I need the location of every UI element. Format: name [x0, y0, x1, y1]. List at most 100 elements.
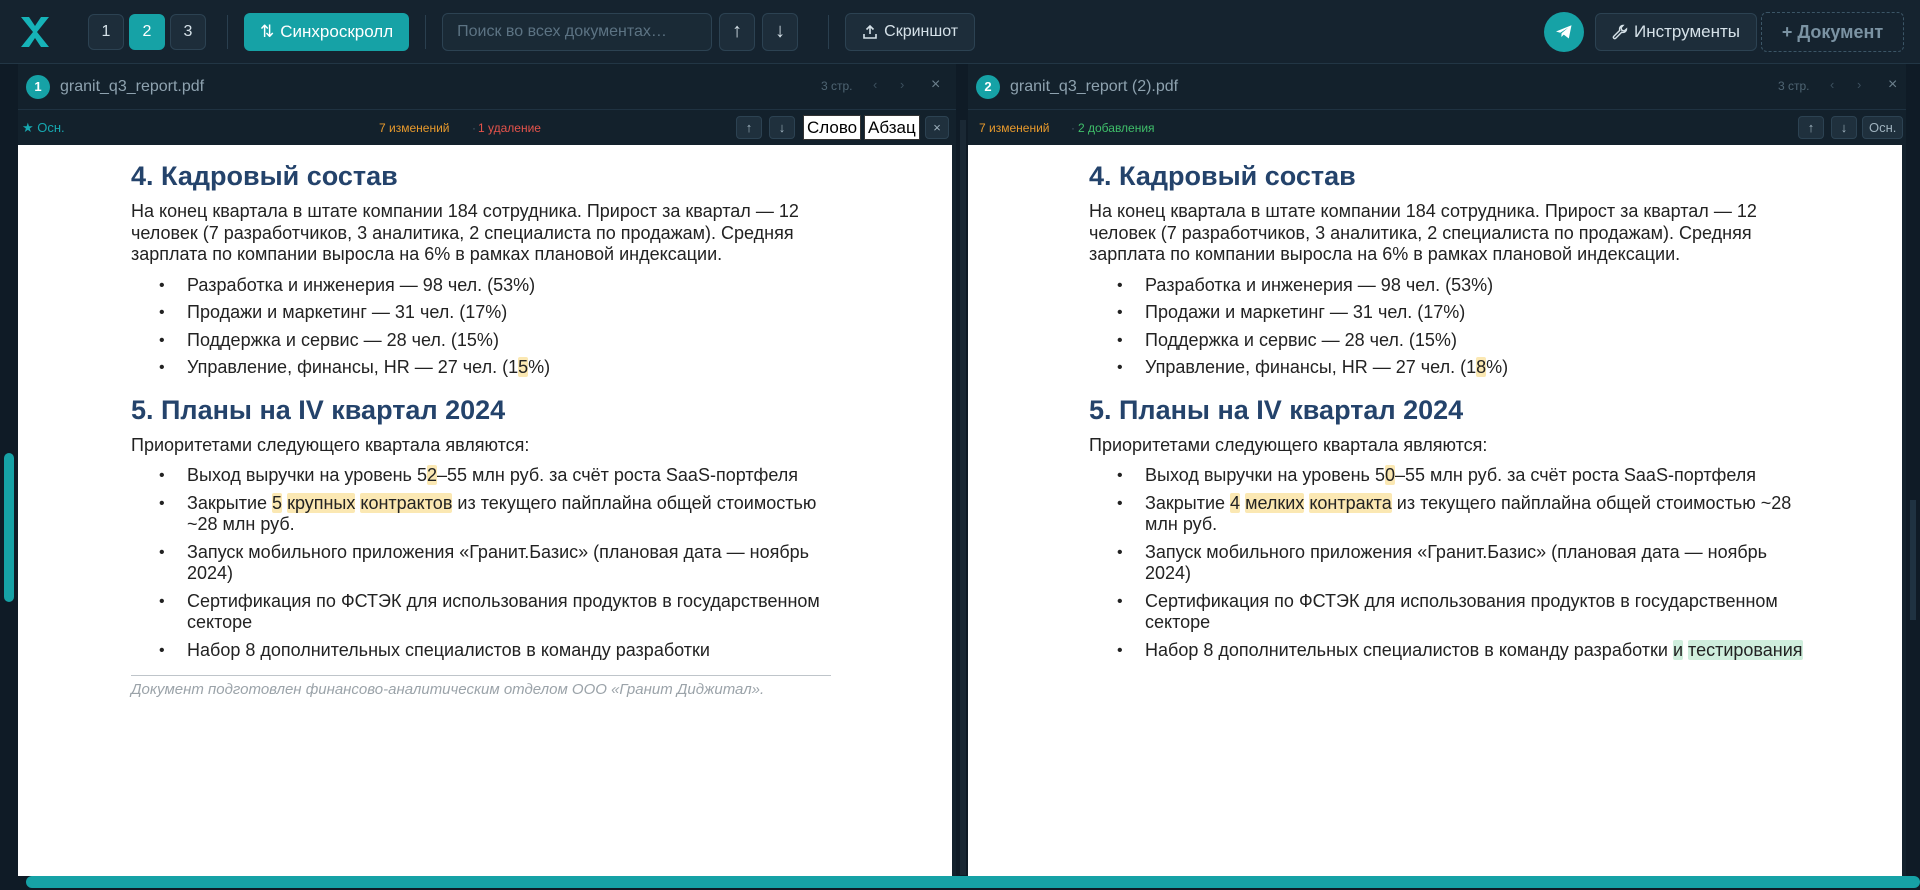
arrow-up-icon: ↑	[745, 120, 753, 135]
chevron-right-icon[interactable]: ›	[1857, 77, 1861, 92]
arrow-down-icon: ↓	[778, 120, 786, 135]
toolbar-divider	[425, 14, 427, 49]
changed-text[interactable]: 8	[1476, 357, 1487, 377]
mode-paragraph-button[interactable]: Абзац	[864, 115, 920, 140]
paragraph: Приоритетами следующего квартала являютс…	[1089, 434, 1488, 455]
section-heading-4: 4. Кадровый состав	[1089, 161, 1356, 191]
mode-word-button[interactable]: Слово	[803, 115, 862, 140]
list-item: Разработка и инженерия — 98 чел. (53%)	[1089, 275, 1809, 297]
horizontal-scrollbar[interactable]	[26, 876, 1920, 888]
changed-text[interactable]: 2	[426, 465, 437, 485]
text-segment: Выход выручки на уровень 5	[187, 465, 427, 485]
vertical-scrollbar-left[interactable]	[4, 453, 14, 602]
sync-scroll-button[interactable]: ⇅ Синхроскролл	[244, 12, 410, 51]
document-pane-right: 2 granit_q3_report (2).pdf 3 стр. ‹ › × …	[968, 64, 1906, 876]
arrow-down-icon: ↓	[775, 20, 786, 42]
added-text[interactable]: и	[1672, 639, 1684, 660]
screenshot-button[interactable]: Скриншот	[845, 12, 976, 51]
changed-text[interactable]: контракта	[1309, 492, 1392, 513]
list-item: Управление, финансы, HR — 27 чел. (15%)	[131, 357, 851, 379]
prev-change-button[interactable]: ↑	[736, 116, 762, 139]
paragraph: На конец квартала в штате компании 184 с…	[1089, 201, 1757, 264]
list-item: Выход выручки на уровень 50–55 млн руб. …	[1089, 465, 1809, 487]
tools-button[interactable]: Инструменты	[1595, 13, 1758, 51]
next-change-button[interactable]: ↓	[1831, 116, 1857, 139]
text-segment: %)	[1486, 357, 1509, 377]
changed-text[interactable]: 0	[1384, 465, 1395, 485]
upload-icon	[863, 24, 877, 39]
text-segment: Выход выручки на уровень 5	[1145, 465, 1385, 485]
doc-number-badge: 1	[26, 74, 50, 99]
text-segment: %)	[528, 357, 551, 377]
page-button-2[interactable]: 2	[129, 13, 165, 50]
changed-text[interactable]: 5	[272, 492, 283, 513]
chevron-right-icon[interactable]: ›	[900, 77, 904, 92]
text-segment: –55 млн руб. за счёт роста SaaS-портфеля	[436, 465, 799, 485]
pane-splitter[interactable]	[960, 120, 966, 875]
file-name: granit_q3_report (2).pdf	[1010, 77, 1179, 95]
changes-count: 7 изменений	[979, 121, 1050, 135]
file-header: 2 granit_q3_report (2).pdf 3 стр. ‹ › ×	[968, 64, 1906, 110]
chevron-left-icon[interactable]: ‹	[1830, 77, 1834, 92]
document-footer: Документ подготовлен финансово-аналитиче…	[131, 675, 831, 698]
document-page-right: 4. Кадровый состав На конец квартала в ш…	[968, 145, 1902, 876]
text-segment: из текущего пайплайна общей стоимостью ~…	[1145, 492, 1792, 535]
prev-change-button[interactable]: ↑	[1798, 116, 1824, 139]
telegram-button[interactable]	[1544, 12, 1584, 52]
close-document-button[interactable]: ×	[1888, 76, 1897, 94]
diff-bar: ★ Осн. 7 изменений · 1 удаление ↑ ↓ Слов…	[18, 110, 956, 145]
sync-scroll-label: Синхроскролл	[280, 21, 394, 41]
toolbar-divider	[828, 14, 830, 49]
text-segment: Набор 8 дополнительных специалистов в ко…	[1145, 639, 1668, 660]
changed-text[interactable]: 5	[518, 357, 529, 377]
wrench-icon	[1612, 24, 1628, 40]
changed-text[interactable]: крупных	[287, 492, 356, 513]
search-prev-button[interactable]: ↑	[719, 12, 756, 51]
paragraph: Приоритетами следующего квартала являютс…	[131, 434, 530, 455]
changed-text[interactable]: контрактов	[360, 492, 453, 513]
set-base-button[interactable]: Осн.	[1862, 116, 1904, 139]
section-heading-4: 4. Кадровый состав	[131, 161, 398, 191]
screenshot-label: Скриншот	[884, 22, 959, 40]
search-input[interactable]	[442, 12, 713, 51]
changes-count: 7 изменений	[379, 121, 450, 135]
list-item: Запуск мобильного приложения «Гранит.Баз…	[131, 542, 851, 585]
search-next-button[interactable]: ↓	[762, 12, 799, 51]
page-button-1[interactable]: 1	[88, 13, 124, 50]
text-segment: Управление, финансы, HR — 27 чел. (1	[187, 357, 519, 377]
page-button-3[interactable]: 3	[170, 13, 206, 50]
list-item: Выход выручки на уровень 52–55 млн руб. …	[131, 465, 851, 487]
added-text[interactable]: тестирования	[1688, 639, 1803, 660]
file-name: granit_q3_report.pdf	[60, 77, 205, 95]
chevron-left-icon[interactable]: ‹	[873, 77, 877, 92]
vertical-scrollbar-right[interactable]	[1910, 500, 1916, 620]
doc-number-badge: 2	[976, 74, 1000, 99]
file-header: 1 granit_q3_report.pdf 3 стр. ‹ › ×	[18, 64, 956, 110]
base-document-label: ★ Осн.	[22, 119, 65, 135]
diff-bar: 7 изменений · 2 добавления ↑ ↓ Осн.	[968, 110, 1906, 145]
page-count: 3 стр.	[1778, 79, 1810, 93]
list-item: Набор 8 дополнительных специалистов в ко…	[131, 640, 851, 662]
additions-count: 2 добавления	[1078, 121, 1155, 135]
list-item: Управление, финансы, HR — 27 чел. (18%)	[1089, 357, 1809, 379]
tools-label: Инструменты	[1634, 22, 1741, 41]
paragraph: На конец квартала в штате компании 184 с…	[131, 201, 799, 264]
close-document-button[interactable]: ×	[931, 76, 940, 94]
changed-text[interactable]: 4	[1230, 492, 1241, 513]
section-heading-5: 5. Планы на IV квартал 2024	[1089, 394, 1464, 425]
list-item: Закрытие 4 мелких контракта из текущего …	[1089, 492, 1809, 536]
next-change-button[interactable]: ↓	[769, 116, 795, 139]
app-logo-icon	[21, 16, 49, 47]
add-document-button[interactable]: + Документ	[1761, 12, 1904, 52]
close-diff-button[interactable]: ×	[925, 116, 949, 139]
list-item: Закрытие 5 крупных контрактов из текущег…	[131, 492, 851, 536]
changed-text[interactable]: мелких	[1245, 492, 1305, 513]
list-item: Продажи и маркетинг — 31 чел. (17%)	[131, 302, 851, 324]
separator-dot: ·	[1071, 121, 1075, 135]
app-root: 1 2 3 ⇅ Синхроскролл ↑ ↓ Скриншот Инстру…	[0, 0, 1920, 890]
text-segment: Управление, финансы, HR — 27 чел. (1	[1145, 357, 1477, 377]
list-item: Набор 8 дополнительных специалистов в ко…	[1089, 639, 1809, 662]
document-page-left: 4. Кадровый состав На конец квартала в ш…	[18, 145, 952, 876]
sync-arrows-icon: ⇅	[260, 21, 275, 41]
section-heading-5: 5. Планы на IV квартал 2024	[131, 394, 506, 425]
